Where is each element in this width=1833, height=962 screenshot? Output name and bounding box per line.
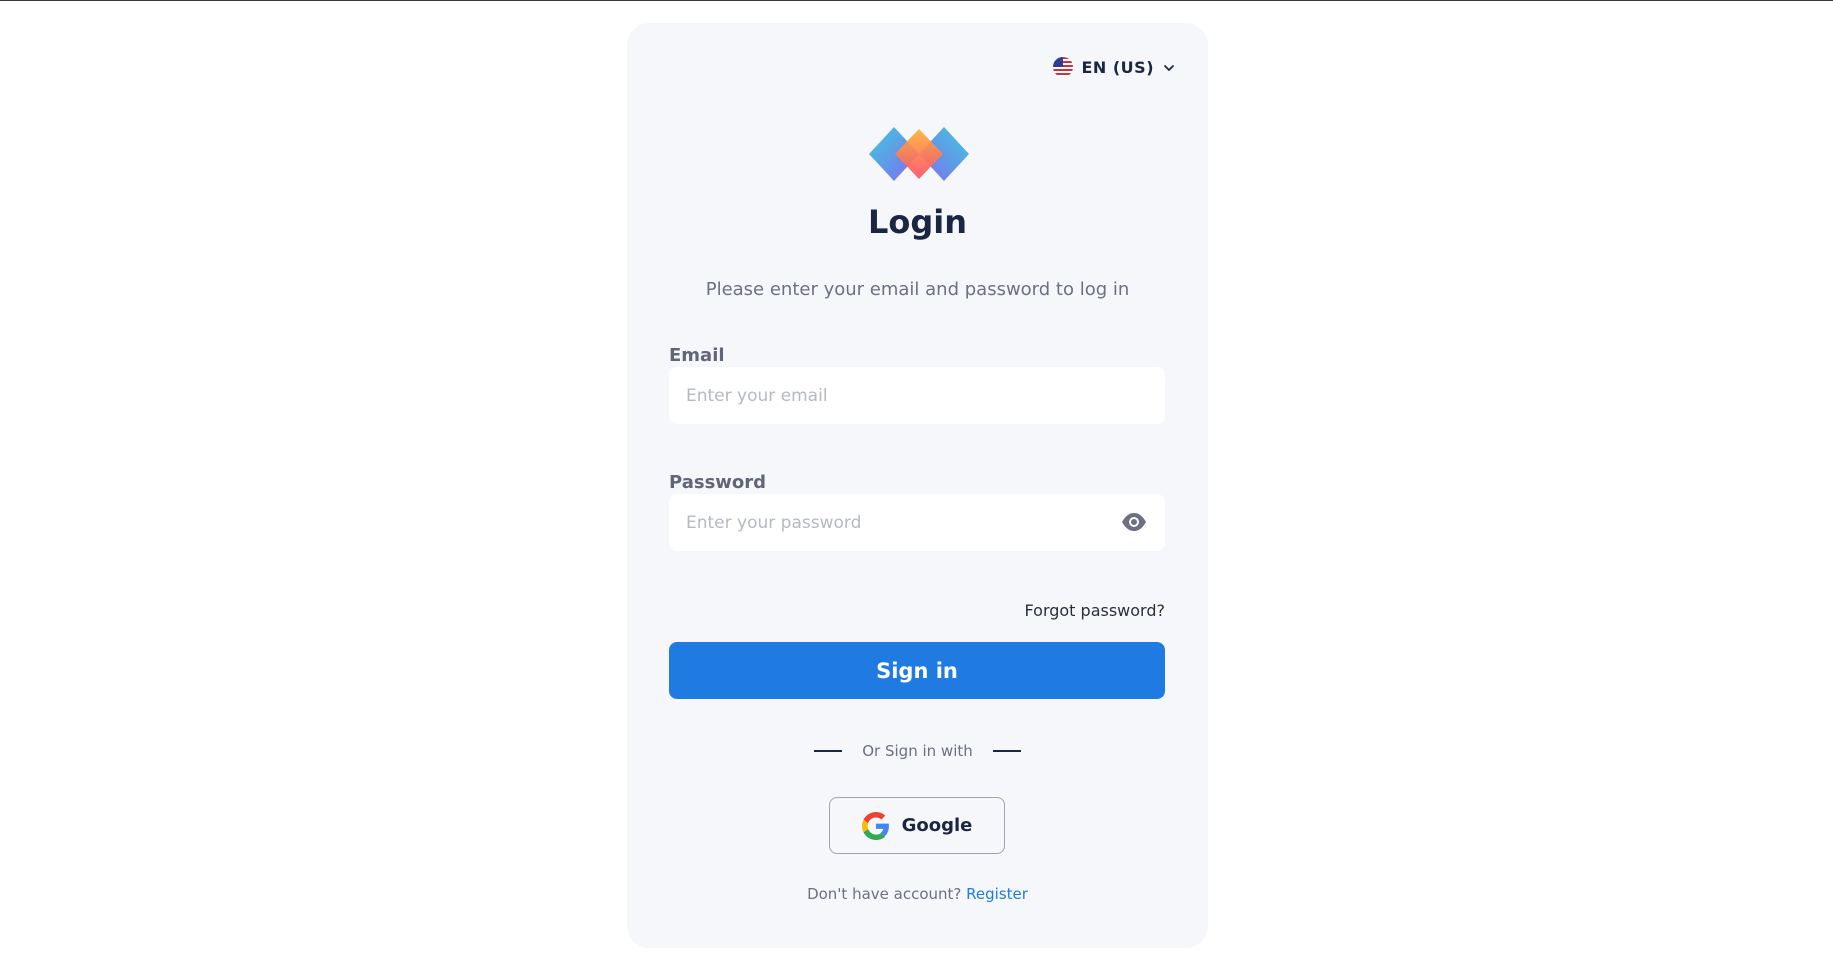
page-subtitle: Please enter your email and password to … [705, 279, 1130, 300]
divider-text: Or Sign in with [862, 742, 973, 760]
register-link[interactable]: Register [966, 885, 1028, 903]
top-border [0, 0, 1833, 1]
language-label: EN (US) [1081, 57, 1154, 77]
chevron-down-icon [1162, 60, 1176, 74]
email-input[interactable] [669, 367, 1165, 424]
forgot-password-link[interactable]: Forgot password? [1025, 601, 1165, 620]
register-prompt: Don't have account? [807, 885, 962, 903]
password-input[interactable] [669, 494, 1165, 551]
sign-in-divider: Or Sign in with [627, 742, 1208, 760]
google-label: Google [901, 815, 973, 836]
register-row: Don't have account? Register [627, 885, 1208, 903]
eye-icon[interactable] [1121, 511, 1147, 533]
email-label: Email [669, 345, 725, 366]
password-label: Password [669, 472, 767, 493]
page-title: Login [867, 203, 968, 241]
email-field-wrapper [669, 367, 1165, 424]
sign-in-button[interactable]: Sign in [669, 642, 1165, 699]
divider-line-right [992, 750, 1021, 752]
divider-line-left [814, 750, 843, 752]
google-sign-in-button[interactable]: Google [829, 797, 1005, 854]
login-card: EN (US) Login Please enter your email an… [627, 23, 1208, 948]
password-field-wrapper [669, 494, 1165, 551]
brand-logo [867, 125, 971, 183]
google-g-icon [861, 811, 890, 840]
us-flag-icon [1053, 57, 1074, 77]
language-selector[interactable]: EN (US) [1053, 57, 1176, 77]
